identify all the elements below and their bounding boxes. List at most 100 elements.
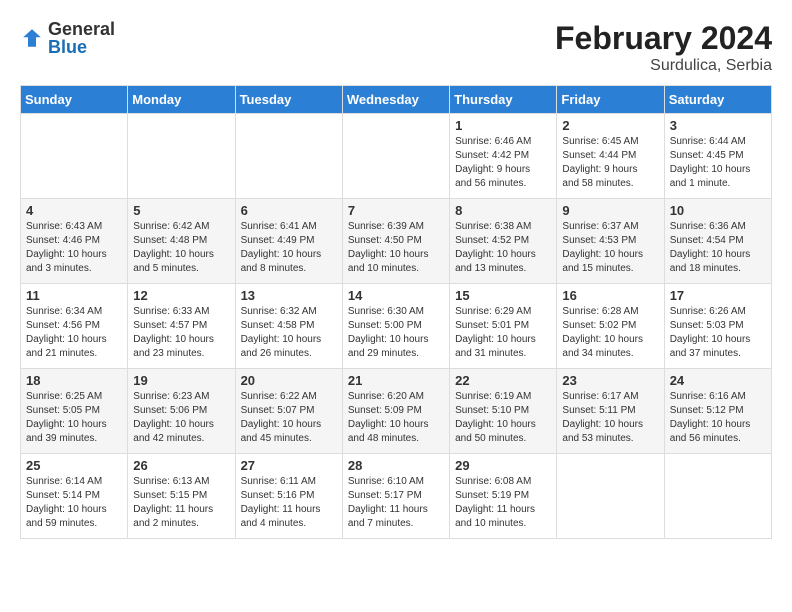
day-info: Sunrise: 6:44 AMSunset: 4:45 PMDaylight:… <box>670 135 766 191</box>
calendar-cell <box>664 454 771 539</box>
day-number: 6 <box>241 203 337 218</box>
day-number: 9 <box>562 203 658 218</box>
calendar-cell <box>128 114 235 199</box>
calendar-cell <box>21 114 128 199</box>
header-day: Thursday <box>450 86 557 114</box>
day-info: Sunrise: 6:10 AMSunset: 5:17 PMDaylight:… <box>348 475 444 531</box>
logo-text: General Blue <box>48 20 115 56</box>
calendar-cell: 11Sunrise: 6:34 AMSunset: 4:56 PMDayligh… <box>21 284 128 369</box>
day-info: Sunrise: 6:45 AMSunset: 4:44 PMDaylight:… <box>562 135 658 191</box>
day-info: Sunrise: 6:20 AMSunset: 5:09 PMDaylight:… <box>348 390 444 446</box>
day-number: 23 <box>562 373 658 388</box>
title-block: February 2024 Surdulica, Serbia <box>555 20 772 75</box>
calendar-cell: 8 Sunrise: 6:38 AMSunset: 4:52 PMDaylight… <box>450 199 557 284</box>
calendar-cell <box>342 114 449 199</box>
day-info: Sunrise: 6:34 AMSunset: 4:56 PMDaylight:… <box>26 305 122 361</box>
calendar-cell: 14Sunrise: 6:30 AMSunset: 5:00 PMDayligh… <box>342 284 449 369</box>
calendar-cell: 21 Sunrise: 6:20 AMSunset: 5:09 PMDayligh… <box>342 369 449 454</box>
header-day: Tuesday <box>235 86 342 114</box>
calendar-cell: 24 Sunrise: 6:16 AMSunset: 5:12 PMDayligh… <box>664 369 771 454</box>
day-number: 25 <box>26 458 122 473</box>
calendar-cell: 6 Sunrise: 6:41 AMSunset: 4:49 PMDaylight… <box>235 199 342 284</box>
header-day: Sunday <box>21 86 128 114</box>
day-info: Sunrise: 6:17 AMSunset: 5:11 PMDaylight:… <box>562 390 658 446</box>
calendar-cell: 20 Sunrise: 6:22 AMSunset: 5:07 PMDayligh… <box>235 369 342 454</box>
calendar-cell: 10Sunrise: 6:36 AMSunset: 4:54 PMDayligh… <box>664 199 771 284</box>
day-number: 22 <box>455 373 551 388</box>
calendar-week-row: 1Sunrise: 6:46 AMSunset: 4:42 PMDaylight… <box>21 114 772 199</box>
calendar-header: SundayMondayTuesdayWednesdayThursdayFrid… <box>21 86 772 114</box>
day-info: Sunrise: 6:19 AMSunset: 5:10 PMDaylight:… <box>455 390 551 446</box>
day-number: 29 <box>455 458 551 473</box>
logo-blue: Blue <box>48 38 115 56</box>
day-info: Sunrise: 6:42 AMSunset: 4:48 PMDaylight:… <box>133 220 229 276</box>
day-number: 21 <box>348 373 444 388</box>
day-info: Sunrise: 6:13 AMSunset: 5:15 PMDaylight:… <box>133 475 229 531</box>
day-info: Sunrise: 6:41 AMSunset: 4:49 PMDaylight:… <box>241 220 337 276</box>
day-number: 27 <box>241 458 337 473</box>
day-info: Sunrise: 6:08 AMSunset: 5:19 PMDaylight:… <box>455 475 551 531</box>
day-info: Sunrise: 6:39 AMSunset: 4:50 PMDaylight:… <box>348 220 444 276</box>
day-number: 12 <box>133 288 229 303</box>
calendar-week-row: 25 Sunrise: 6:14 AMSunset: 5:14 PMDayligh… <box>21 454 772 539</box>
calendar-cell: 7 Sunrise: 6:39 AMSunset: 4:50 PMDaylight… <box>342 199 449 284</box>
calendar-table: SundayMondayTuesdayWednesdayThursdayFrid… <box>20 85 772 539</box>
header-row: SundayMondayTuesdayWednesdayThursdayFrid… <box>21 86 772 114</box>
day-info: Sunrise: 6:33 AMSunset: 4:57 PMDaylight:… <box>133 305 229 361</box>
header-day: Wednesday <box>342 86 449 114</box>
day-info: Sunrise: 6:23 AMSunset: 5:06 PMDaylight:… <box>133 390 229 446</box>
calendar-cell: 5 Sunrise: 6:42 AMSunset: 4:48 PMDaylight… <box>128 199 235 284</box>
calendar-cell: 23 Sunrise: 6:17 AMSunset: 5:11 PMDayligh… <box>557 369 664 454</box>
day-number: 15 <box>455 288 551 303</box>
calendar-title: February 2024 <box>555 20 772 57</box>
calendar-cell <box>235 114 342 199</box>
day-info: Sunrise: 6:11 AMSunset: 5:16 PMDaylight:… <box>241 475 337 531</box>
day-info: Sunrise: 6:28 AMSunset: 5:02 PMDaylight:… <box>562 305 658 361</box>
day-number: 24 <box>670 373 766 388</box>
day-info: Sunrise: 6:38 AMSunset: 4:52 PMDaylight:… <box>455 220 551 276</box>
day-number: 16 <box>562 288 658 303</box>
day-info: Sunrise: 6:32 AMSunset: 4:58 PMDaylight:… <box>241 305 337 361</box>
day-number: 13 <box>241 288 337 303</box>
calendar-cell: 13 Sunrise: 6:32 AMSunset: 4:58 PMDayligh… <box>235 284 342 369</box>
calendar-cell: 22 Sunrise: 6:19 AMSunset: 5:10 PMDayligh… <box>450 369 557 454</box>
day-info: Sunrise: 6:16 AMSunset: 5:12 PMDaylight:… <box>670 390 766 446</box>
calendar-cell: 17Sunrise: 6:26 AMSunset: 5:03 PMDayligh… <box>664 284 771 369</box>
day-number: 20 <box>241 373 337 388</box>
calendar-cell: 26 Sunrise: 6:13 AMSunset: 5:15 PMDayligh… <box>128 454 235 539</box>
logo-general: General <box>48 20 115 38</box>
day-number: 8 <box>455 203 551 218</box>
calendar-cell: 12 Sunrise: 6:33 AMSunset: 4:57 PMDayligh… <box>128 284 235 369</box>
day-number: 19 <box>133 373 229 388</box>
calendar-cell: 29 Sunrise: 6:08 AMSunset: 5:19 PMDayligh… <box>450 454 557 539</box>
day-number: 28 <box>348 458 444 473</box>
day-number: 17 <box>670 288 766 303</box>
calendar-cell: 28 Sunrise: 6:10 AMSunset: 5:17 PMDayligh… <box>342 454 449 539</box>
day-info: Sunrise: 6:25 AMSunset: 5:05 PMDaylight:… <box>26 390 122 446</box>
page-header: General Blue February 2024 Surdulica, Se… <box>20 20 772 75</box>
day-number: 7 <box>348 203 444 218</box>
logo-icon <box>20 26 44 50</box>
day-number: 5 <box>133 203 229 218</box>
day-info: Sunrise: 6:30 AMSunset: 5:00 PMDaylight:… <box>348 305 444 361</box>
day-info: Sunrise: 6:43 AMSunset: 4:46 PMDaylight:… <box>26 220 122 276</box>
header-day: Saturday <box>664 86 771 114</box>
calendar-cell: 9 Sunrise: 6:37 AMSunset: 4:53 PMDaylight… <box>557 199 664 284</box>
calendar-cell: 2Sunrise: 6:45 AMSunset: 4:44 PMDaylight… <box>557 114 664 199</box>
day-info: Sunrise: 6:37 AMSunset: 4:53 PMDaylight:… <box>562 220 658 276</box>
calendar-cell: 18 Sunrise: 6:25 AMSunset: 5:05 PMDayligh… <box>21 369 128 454</box>
day-info: Sunrise: 6:46 AMSunset: 4:42 PMDaylight:… <box>455 135 551 191</box>
day-info: Sunrise: 6:22 AMSunset: 5:07 PMDaylight:… <box>241 390 337 446</box>
day-number: 18 <box>26 373 122 388</box>
calendar-cell: 15Sunrise: 6:29 AMSunset: 5:01 PMDayligh… <box>450 284 557 369</box>
day-number: 26 <box>133 458 229 473</box>
calendar-cell: 3 Sunrise: 6:44 AMSunset: 4:45 PMDaylight… <box>664 114 771 199</box>
calendar-cell: 1Sunrise: 6:46 AMSunset: 4:42 PMDaylight… <box>450 114 557 199</box>
calendar-cell: 16 Sunrise: 6:28 AMSunset: 5:02 PMDayligh… <box>557 284 664 369</box>
day-info: Sunrise: 6:14 AMSunset: 5:14 PMDaylight:… <box>26 475 122 531</box>
calendar-week-row: 18 Sunrise: 6:25 AMSunset: 5:05 PMDayligh… <box>21 369 772 454</box>
calendar-cell: 27 Sunrise: 6:11 AMSunset: 5:16 PMDayligh… <box>235 454 342 539</box>
day-info: Sunrise: 6:36 AMSunset: 4:54 PMDaylight:… <box>670 220 766 276</box>
day-number: 3 <box>670 118 766 133</box>
day-number: 4 <box>26 203 122 218</box>
